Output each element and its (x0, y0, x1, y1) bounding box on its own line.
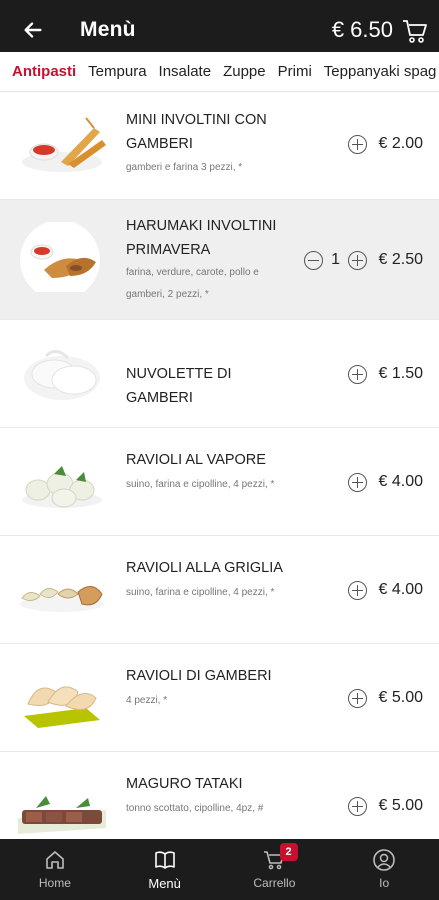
item-controls: € 2.00 (348, 132, 423, 156)
menu-list: MINI INVOLTINI CON GAMBERI gamberi e far… (0, 92, 439, 839)
add-button[interactable] (348, 250, 367, 270)
item-controls: € 4.00 (348, 578, 423, 602)
app-bar: Menù € 6.50 (0, 8, 439, 52)
tab-primi[interactable]: Primi (278, 52, 312, 91)
dish-image (16, 220, 108, 300)
menu-item[interactable]: RAVIOLI AL VAPORE suino, farina e cipoll… (0, 428, 439, 536)
item-controls: € 1.50 (348, 362, 423, 386)
item-controls: € 5.00 (348, 794, 423, 818)
nav-menu-label: Menù (148, 876, 181, 891)
item-description: gamberi e farina 3 pezzi, * (126, 162, 243, 173)
cart-total: € 6.50 (331, 17, 393, 42)
remove-button[interactable] (304, 250, 324, 270)
add-button[interactable] (348, 472, 367, 492)
item-name: MINI INVOLTINI CON GAMBERI (126, 112, 267, 152)
item-price: € 4.00 (378, 473, 423, 490)
dish-image (16, 110, 108, 180)
tab-insalate[interactable]: Insalate (159, 52, 212, 91)
item-price: € 5.00 (378, 689, 423, 706)
item-name: RAVIOLI DI GAMBERI (126, 668, 272, 684)
item-price: € 4.00 (378, 581, 423, 598)
menu-item[interactable]: HARUMAKI INVOLTINI PRIMAVERA farina, ver… (0, 200, 439, 320)
dish-image (16, 558, 108, 628)
dish-image (16, 338, 108, 408)
nav-home[interactable]: Home (0, 839, 110, 900)
add-button[interactable] (348, 796, 367, 816)
tab-teppanyaki[interactable]: Teppanyaki spag (324, 52, 437, 91)
item-quantity: 1 (331, 251, 340, 268)
item-controls: € 5.00 (348, 686, 423, 710)
tab-zuppe[interactable]: Zuppe (223, 52, 266, 91)
category-tabs: Antipasti Tempura Insalate Zuppe Primi Teppan… (0, 52, 439, 92)
nav-cart-label: Carrello (253, 876, 296, 890)
menu-item[interactable]: NUVOLETTE DI GAMBERI € 1.50 (0, 320, 439, 428)
item-controls: € 4.00 (348, 470, 423, 494)
item-description: farina, verdure, carote, pollo e gamberi… (126, 267, 259, 300)
cart-button[interactable] (401, 17, 429, 45)
page-title: Menù (80, 18, 136, 41)
add-button[interactable] (348, 580, 367, 600)
add-button[interactable] (348, 364, 367, 384)
menu-item[interactable]: MINI INVOLTINI CON GAMBERI gamberi e far… (0, 92, 439, 200)
cart-icon (403, 20, 427, 43)
item-name: NUVOLETTE DI GAMBERI (126, 366, 232, 406)
item-price: € 2.50 (378, 251, 423, 268)
dish-image (16, 664, 108, 734)
cart-badge: 2 (279, 843, 298, 861)
item-price: € 2.00 (378, 135, 423, 152)
item-name: RAVIOLI AL VAPORE (126, 452, 266, 468)
dish-image (16, 774, 108, 839)
home-icon (46, 851, 64, 869)
menu-item[interactable]: RAVIOLI DI GAMBERI 4 pezzi, * € 5.00 (0, 644, 439, 752)
nav-home-label: Home (38, 876, 71, 890)
tab-tempura[interactable]: Tempura (88, 52, 146, 91)
item-description: suino, farina e cipolline, 4 pezzi, * (126, 479, 275, 490)
nav-menu[interactable]: Menù (110, 839, 220, 900)
status-bar (0, 0, 439, 8)
dish-image (16, 450, 108, 520)
item-name: HARUMAKI INVOLTINI PRIMAVERA (126, 218, 277, 258)
book-icon (154, 851, 175, 869)
add-button[interactable] (348, 134, 367, 154)
nav-profile-label: Io (379, 876, 390, 890)
tab-antipasti[interactable]: Antipasti (12, 52, 76, 91)
back-button[interactable] (8, 8, 58, 52)
arrow-left-icon (24, 22, 42, 38)
nav-profile[interactable]: Io (329, 839, 439, 900)
item-description: suino, farina e cipolline, 4 pezzi, * (126, 587, 275, 598)
item-description: 4 pezzi, * (126, 695, 168, 706)
item-controls: 1 € 2.50 (304, 248, 423, 272)
menu-item[interactable]: MAGURO TATAKI tonno scottato, cipolline,… (0, 752, 439, 839)
menu-item[interactable]: RAVIOLI ALLA GRIGLIA suino, farina e cip… (0, 536, 439, 644)
add-button[interactable] (348, 688, 367, 708)
item-price: € 5.00 (378, 797, 423, 814)
item-name: RAVIOLI ALLA GRIGLIA (126, 560, 283, 576)
item-description: tonno scottato, cipolline, 4pz, # (126, 803, 264, 814)
item-name: MAGURO TATAKI (126, 776, 243, 792)
nav-cart[interactable]: 2 Carrello (220, 839, 330, 900)
bottom-navigation: Home Menù 2 Carrello Io (0, 839, 439, 900)
user-icon (373, 849, 395, 871)
item-price: € 1.50 (378, 365, 423, 382)
